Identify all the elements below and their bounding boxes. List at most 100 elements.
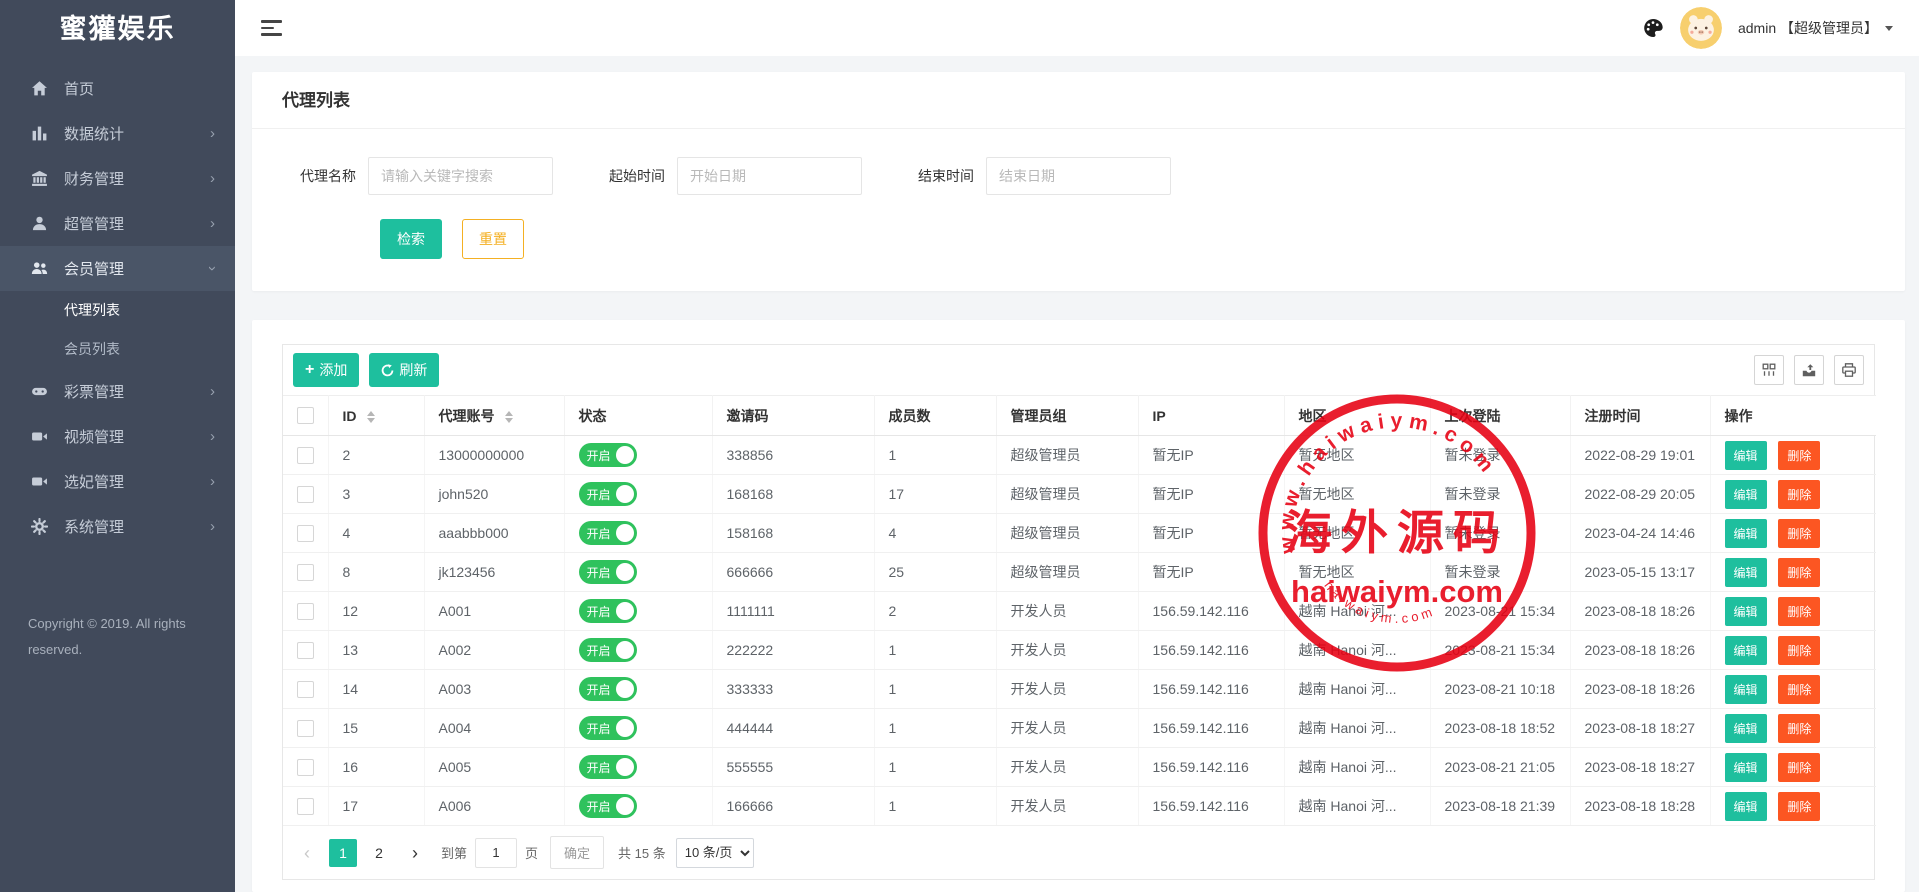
delete-button[interactable]: 删除	[1778, 597, 1820, 626]
reset-button[interactable]: 重置	[462, 219, 524, 259]
cell-status: 开启	[564, 787, 712, 826]
cell-actions: 编辑 删除	[1710, 514, 1876, 553]
toggle-label: 开启	[587, 681, 611, 698]
export-icon[interactable]	[1794, 355, 1824, 385]
column-header-id[interactable]: ID	[328, 396, 424, 436]
delete-button[interactable]: 删除	[1778, 753, 1820, 782]
start-date-input[interactable]	[677, 157, 862, 195]
row-checkbox[interactable]	[297, 447, 314, 464]
cell-invite-code: 1111111	[712, 592, 874, 631]
delete-button[interactable]: 删除	[1778, 792, 1820, 821]
sort-icon[interactable]	[367, 411, 375, 423]
row-checkbox[interactable]	[297, 486, 314, 503]
status-toggle[interactable]: 开启	[579, 755, 637, 779]
cell-invite-code: 168168	[712, 475, 874, 514]
sidebar-subitem-agent-list[interactable]: 代理列表	[0, 291, 235, 330]
user-avatar[interactable]	[1680, 7, 1722, 49]
delete-button[interactable]: 删除	[1778, 519, 1820, 548]
sidebar-item-home[interactable]: 首页	[0, 66, 235, 111]
delete-button[interactable]: 删除	[1778, 480, 1820, 509]
sidebar-item-lottery[interactable]: 彩票管理 ›	[0, 369, 235, 414]
gamepad-icon	[30, 383, 48, 401]
row-checkbox[interactable]	[297, 525, 314, 542]
add-button[interactable]: + 添加	[293, 353, 359, 387]
search-button[interactable]: 检索	[380, 219, 442, 259]
edit-button[interactable]: 编辑	[1725, 675, 1767, 704]
row-checkbox[interactable]	[297, 564, 314, 581]
edit-button[interactable]: 编辑	[1725, 597, 1767, 626]
status-toggle[interactable]: 开启	[579, 482, 637, 506]
cell-admin-group: 超级管理员	[996, 436, 1138, 475]
row-checkbox[interactable]	[297, 798, 314, 815]
delete-button[interactable]: 删除	[1778, 558, 1820, 587]
page-button-1[interactable]: 1	[329, 839, 357, 867]
status-toggle[interactable]: 开启	[579, 560, 637, 584]
sidebar-item-xuanfei[interactable]: 选妃管理 ›	[0, 459, 235, 504]
delete-button[interactable]: 删除	[1778, 636, 1820, 665]
row-checkbox[interactable]	[297, 759, 314, 776]
print-icon[interactable]	[1834, 355, 1864, 385]
chevron-down-icon: ›	[204, 266, 221, 271]
status-toggle[interactable]: 开启	[579, 599, 637, 623]
row-checkbox[interactable]	[297, 603, 314, 620]
edit-button[interactable]: 编辑	[1725, 636, 1767, 665]
user-menu[interactable]: admin 【超级管理员】	[1738, 18, 1893, 38]
hamburger-menu-icon[interactable]	[261, 16, 283, 40]
cell-invite-code: 338856	[712, 436, 874, 475]
toggle-label: 开启	[587, 447, 611, 464]
column-header-invite-code: 邀请码	[712, 396, 874, 436]
edit-button[interactable]: 编辑	[1725, 714, 1767, 743]
delete-button[interactable]: 删除	[1778, 441, 1820, 470]
status-toggle[interactable]: 开启	[579, 443, 637, 467]
sidebar-subitem-member-list[interactable]: 会员列表	[0, 330, 235, 369]
sidebar-item-statistics[interactable]: 数据统计 ›	[0, 111, 235, 156]
chevron-right-icon: ›	[210, 383, 215, 400]
cell-last-login: 2023-08-18 18:52	[1430, 709, 1570, 748]
page-size-select[interactable]: 10 条/页	[676, 838, 754, 868]
sidebar-item-system[interactable]: 系统管理 ›	[0, 504, 235, 549]
sidebar-item-members[interactable]: 会员管理 ›	[0, 246, 235, 291]
status-toggle[interactable]: 开启	[579, 521, 637, 545]
status-toggle[interactable]: 开启	[579, 716, 637, 740]
sidebar-item-finance[interactable]: 财务管理 ›	[0, 156, 235, 201]
delete-button[interactable]: 删除	[1778, 675, 1820, 704]
columns-filter-icon[interactable]	[1754, 355, 1784, 385]
page-title: 代理列表	[252, 72, 1905, 129]
status-toggle[interactable]: 开启	[579, 794, 637, 818]
row-checkbox[interactable]	[297, 681, 314, 698]
goto-page-input[interactable]	[475, 838, 517, 868]
end-date-input[interactable]	[986, 157, 1171, 195]
cell-id: 4	[328, 514, 424, 553]
cell-register-time: 2023-08-18 18:26	[1570, 670, 1710, 709]
sort-icon[interactable]	[505, 411, 513, 423]
theme-palette-icon[interactable]	[1642, 17, 1664, 39]
refresh-button[interactable]: 刷新	[369, 353, 439, 387]
row-checkbox[interactable]	[297, 720, 314, 737]
status-toggle[interactable]: 开启	[579, 677, 637, 701]
select-all-checkbox[interactable]	[297, 407, 314, 424]
table-header-row: ID 代理账号 状态 邀请码 成员数 管理员组 IP 地区 上次登	[283, 396, 1876, 436]
row-checkbox[interactable]	[297, 642, 314, 659]
next-page-button[interactable]: ›	[401, 839, 429, 867]
column-header-account[interactable]: 代理账号	[424, 396, 564, 436]
toggle-label: 开启	[587, 564, 611, 581]
confirm-button[interactable]: 确定	[550, 836, 604, 869]
users-icon	[30, 260, 48, 278]
edit-button[interactable]: 编辑	[1725, 480, 1767, 509]
cell-id: 8	[328, 553, 424, 592]
edit-button[interactable]: 编辑	[1725, 792, 1767, 821]
sidebar-item-video[interactable]: 视频管理 ›	[0, 414, 235, 459]
edit-button[interactable]: 编辑	[1725, 441, 1767, 470]
delete-button[interactable]: 删除	[1778, 714, 1820, 743]
prev-page-button[interactable]: ‹	[293, 839, 321, 867]
agent-name-input[interactable]	[368, 157, 553, 195]
edit-button[interactable]: 编辑	[1725, 558, 1767, 587]
sidebar-item-label: 数据统计	[64, 123, 124, 144]
video-camera-icon	[30, 428, 48, 446]
edit-button[interactable]: 编辑	[1725, 753, 1767, 782]
status-toggle[interactable]: 开启	[579, 638, 637, 662]
page-button-2[interactable]: 2	[365, 839, 393, 867]
cell-admin-group: 开发人员	[996, 631, 1138, 670]
edit-button[interactable]: 编辑	[1725, 519, 1767, 548]
sidebar-item-super-admin[interactable]: 超管管理 ›	[0, 201, 235, 246]
